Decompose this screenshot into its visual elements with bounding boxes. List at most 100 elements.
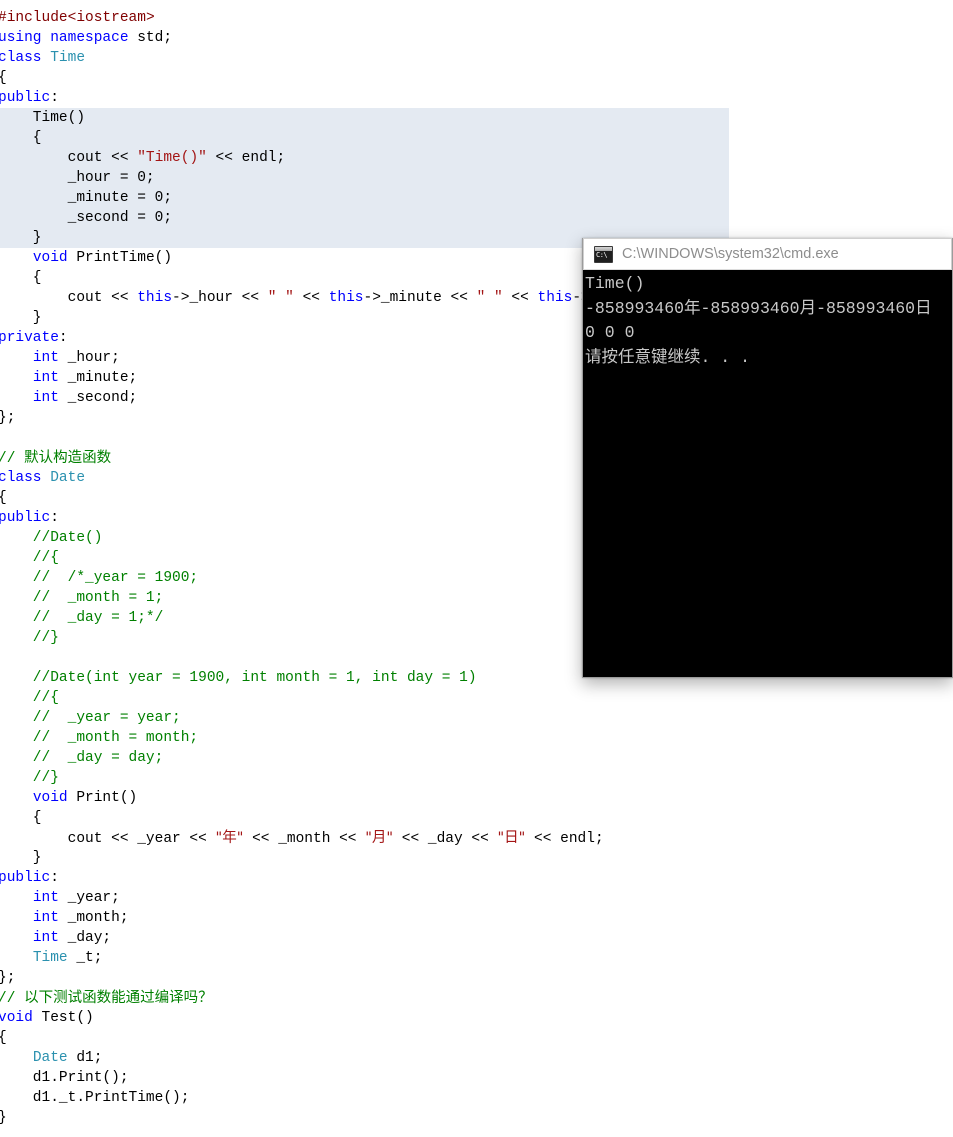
cmd-title-bar[interactable]: C:\WINDOWS\system32\cmd.exe bbox=[583, 238, 952, 270]
code-line[interactable]: void Print() bbox=[0, 788, 729, 808]
code-token: public bbox=[0, 510, 51, 526]
code-token: cout << bbox=[0, 150, 138, 166]
code-token: << bbox=[502, 290, 538, 306]
code-token: << bbox=[293, 290, 329, 306]
code-line[interactable]: // _month = month; bbox=[0, 728, 729, 748]
code-line[interactable]: _second = 0; bbox=[0, 208, 729, 228]
code-token: Time() bbox=[0, 110, 86, 126]
code-token: void bbox=[32, 790, 68, 806]
code-token: { bbox=[0, 270, 42, 286]
code-line[interactable]: #include<iostream> bbox=[0, 8, 729, 28]
code-token: 默认构造函数 bbox=[24, 450, 112, 466]
code-token: //{ bbox=[0, 550, 59, 566]
code-token: "月" bbox=[365, 830, 394, 846]
console-line: Time() bbox=[585, 274, 645, 293]
code-line[interactable]: // _year = year; bbox=[0, 708, 729, 728]
code-line[interactable]: // 以下测试函数能通过编译吗？ bbox=[0, 988, 729, 1008]
code-token: std; bbox=[128, 30, 173, 46]
code-token: // _month = 1; bbox=[0, 590, 164, 606]
code-token: int bbox=[32, 910, 59, 926]
code-token: // bbox=[0, 451, 25, 467]
code-line[interactable]: public: bbox=[0, 88, 729, 108]
code-token: class bbox=[0, 470, 42, 486]
code-token: _second = 0; bbox=[0, 210, 173, 226]
code-token: // _day = 1;*/ bbox=[0, 610, 164, 626]
code-line[interactable]: d1._t.PrintTime(); bbox=[0, 1088, 729, 1108]
code-line[interactable]: _hour = 0; bbox=[0, 168, 729, 188]
code-token: _second; bbox=[58, 390, 138, 406]
code-line[interactable]: d1.Print(); bbox=[0, 1068, 729, 1088]
code-token: { bbox=[0, 810, 42, 826]
code-line[interactable]: { bbox=[0, 808, 729, 828]
code-line[interactable]: Time _t; bbox=[0, 948, 729, 968]
code-line[interactable]: // _day = day; bbox=[0, 748, 729, 768]
code-token: // _month = month; bbox=[0, 730, 199, 746]
code-line[interactable]: public: bbox=[0, 868, 729, 888]
code-token: } bbox=[0, 850, 42, 866]
code-token: void bbox=[32, 250, 68, 266]
code-token: "Time()" bbox=[137, 150, 207, 166]
code-line[interactable]: int _day; bbox=[0, 928, 729, 948]
code-token: cout << bbox=[0, 290, 138, 306]
code-token: //Date(int year = 1900, int month = 1, i… bbox=[0, 670, 477, 686]
code-token: _hour; bbox=[58, 350, 120, 366]
code-line[interactable]: //{ bbox=[0, 688, 729, 708]
code-token: // _day = day; bbox=[0, 750, 164, 766]
code-token: //Date() bbox=[0, 530, 103, 546]
code-token: cout << _year << bbox=[0, 831, 216, 847]
code-token: } bbox=[0, 230, 42, 246]
code-token: { bbox=[0, 490, 7, 506]
code-token: _month; bbox=[58, 910, 129, 926]
code-token: : bbox=[50, 510, 59, 526]
code-line[interactable]: Date d1; bbox=[0, 1048, 729, 1068]
code-token: private bbox=[0, 330, 59, 346]
code-token: " " bbox=[476, 290, 503, 306]
code-token: public bbox=[0, 870, 51, 886]
code-token: // _year = year; bbox=[0, 710, 181, 726]
code-line[interactable]: } bbox=[0, 1108, 729, 1128]
code-line[interactable]: void Test() bbox=[0, 1008, 729, 1028]
cmd-console-window[interactable]: C:\WINDOWS\system32\cmd.exe Time() -85899… bbox=[582, 238, 953, 678]
code-line[interactable]: class Time bbox=[0, 48, 729, 68]
code-token: } bbox=[0, 1110, 7, 1126]
code-line[interactable]: int _year; bbox=[0, 888, 729, 908]
code-token: void bbox=[0, 1010, 33, 1026]
code-token: d1.Print(); bbox=[0, 1070, 129, 1086]
code-token: : bbox=[50, 870, 59, 886]
code-token: d1; bbox=[67, 1050, 103, 1066]
code-token: }; bbox=[0, 970, 16, 986]
code-line[interactable]: //} bbox=[0, 768, 729, 788]
code-line[interactable]: cout << _year << "年" << _month << "月" <<… bbox=[0, 828, 729, 848]
code-token: //{ bbox=[0, 690, 59, 706]
code-line[interactable]: int _month; bbox=[0, 908, 729, 928]
code-line[interactable]: }; bbox=[0, 968, 729, 988]
code-line[interactable]: _minute = 0; bbox=[0, 188, 729, 208]
code-token: "年" bbox=[215, 830, 244, 846]
code-line[interactable]: } bbox=[0, 848, 729, 868]
code-line[interactable]: Time() bbox=[0, 108, 729, 128]
code-line[interactable]: using namespace std; bbox=[0, 28, 729, 48]
code-token: Time bbox=[32, 950, 68, 966]
code-token: #include bbox=[0, 10, 68, 26]
code-token: int bbox=[32, 890, 59, 906]
cmd-console-output[interactable]: Time() -858993460年-858993460月-858993460日 0… bbox=[583, 270, 952, 370]
code-line[interactable]: { bbox=[0, 128, 729, 148]
code-line[interactable]: cout << "Time()" << endl; bbox=[0, 148, 729, 168]
code-token: PrintTime() bbox=[67, 250, 173, 266]
code-token: d1._t.PrintTime(); bbox=[0, 1090, 190, 1106]
code-line[interactable]: { bbox=[0, 68, 729, 88]
code-line[interactable]: { bbox=[0, 1028, 729, 1048]
code-token: this bbox=[137, 290, 173, 306]
console-line: 请按任意键继续. . . bbox=[585, 347, 751, 367]
code-token: // /*_year = 1900; bbox=[0, 570, 199, 586]
code-token: _t; bbox=[67, 950, 103, 966]
code-token: _year; bbox=[58, 890, 120, 906]
code-token: <iostream> bbox=[67, 10, 155, 26]
